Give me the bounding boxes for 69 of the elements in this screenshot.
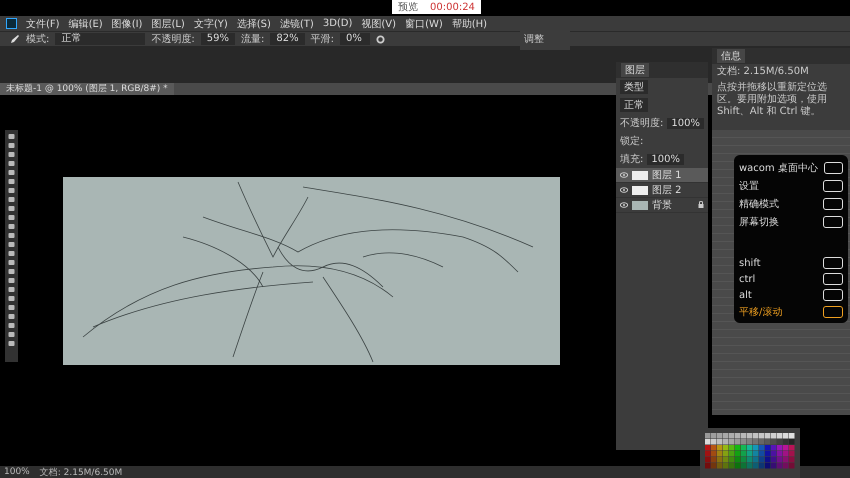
eye-icon[interactable]: [620, 202, 628, 208]
panel-title[interactable]: 调整: [524, 32, 544, 46]
menu-item[interactable]: 3D(D): [322, 18, 352, 29]
eye-icon[interactable]: [620, 187, 628, 193]
document-size: 文档: 2.15M/6.50M: [40, 466, 122, 478]
hint-text: 点按并拖移以重新定位选区。要用附加选项，使用 Shift、Alt 和 Ctrl 键。: [716, 80, 828, 119]
settings-icon[interactable]: [376, 34, 385, 44]
layer-row[interactable]: 图层 2: [616, 183, 708, 198]
wacom-key-label: shift: [739, 258, 761, 268]
express-key[interactable]: [823, 289, 843, 301]
menu-item[interactable]: 图层(L): [151, 16, 185, 30]
recording-time: 00:00:24: [430, 2, 475, 12]
menu-item[interactable]: 选择(S): [236, 16, 271, 30]
layer-thumbnail: [632, 200, 648, 210]
zoom-level: 100%: [4, 467, 30, 477]
express-key[interactable]: [823, 273, 843, 285]
lock-label: 锁定:: [620, 134, 644, 148]
menu-item[interactable]: 编辑(E): [68, 16, 103, 30]
fill-label: 填充:: [620, 152, 644, 166]
layer-row[interactable]: 背景: [616, 198, 708, 213]
menu-item[interactable]: 图像(I): [112, 16, 142, 30]
layer-name: 图层 1: [652, 169, 683, 182]
wacom-key-label: wacom 桌面中心: [739, 162, 818, 175]
menu-item[interactable]: 滤镜(T): [280, 16, 314, 30]
express-key[interactable]: [823, 257, 843, 269]
wacom-key-label: alt: [739, 290, 752, 300]
opacity-field[interactable]: 59%: [200, 33, 235, 45]
menu-item[interactable]: 窗口(W): [405, 16, 443, 30]
mode-label: 模式:: [26, 32, 50, 46]
menu-item[interactable]: 文件(F): [26, 16, 60, 30]
layer-name: 背景: [652, 198, 673, 212]
lock-icon: [698, 200, 704, 208]
panel-tab[interactable]: 图层: [621, 63, 649, 77]
layer-thumbnail: [632, 186, 648, 194]
wacom-key-label: 精确模式: [739, 198, 779, 211]
menu-item[interactable]: 帮助(H): [452, 16, 488, 30]
blend-mode-dropdown[interactable]: 正常: [620, 98, 648, 112]
filter-dropdown[interactable]: 类型: [620, 80, 648, 94]
opacity-label: 不透明度:: [151, 32, 195, 46]
smoothing-label: 平滑:: [310, 33, 334, 46]
wacom-key-label: 设置: [739, 180, 759, 193]
wacom-key-label: ctrl: [739, 274, 756, 284]
menu-item[interactable]: 视图(V): [361, 16, 396, 30]
wacom-key-label: 屏幕切换: [739, 216, 779, 229]
popup-title: 预览: [398, 1, 418, 14]
brush-icon[interactable]: [10, 34, 20, 44]
fill-field[interactable]: 100%: [647, 154, 684, 164]
opacity-label: 不透明度:: [620, 116, 664, 130]
express-key[interactable]: [823, 198, 843, 210]
express-key[interactable]: [823, 180, 843, 192]
layer-name: 图层 2: [652, 184, 683, 197]
express-key[interactable]: [823, 216, 843, 228]
panel-tab[interactable]: 信息: [717, 49, 745, 63]
document-tab[interactable]: 未标题-1 @ 100% (图层 1, RGB/8#) *: [0, 83, 174, 95]
color-swatches-drawing[interactable]: [705, 433, 795, 469]
opacity-field[interactable]: 100%: [667, 118, 704, 128]
menu-item[interactable]: 文字(Y): [194, 16, 228, 30]
express-key[interactable]: [824, 162, 843, 174]
smoothing-field[interactable]: 0%: [340, 33, 370, 45]
mode-dropdown[interactable]: 正常: [55, 33, 146, 45]
flow-field[interactable]: 82%: [270, 33, 305, 45]
flow-label: 流量:: [240, 32, 264, 46]
layer-thumbnail: [632, 170, 648, 180]
app-logo-icon: [6, 18, 17, 29]
eye-icon[interactable]: [620, 172, 628, 178]
layer-row[interactable]: 图层 1: [616, 168, 708, 183]
express-key[interactable]: [823, 306, 843, 318]
wacom-key-label: 平移/滚动: [739, 306, 782, 319]
document-info: 文档: 2.15M/6.50M: [716, 64, 810, 79]
